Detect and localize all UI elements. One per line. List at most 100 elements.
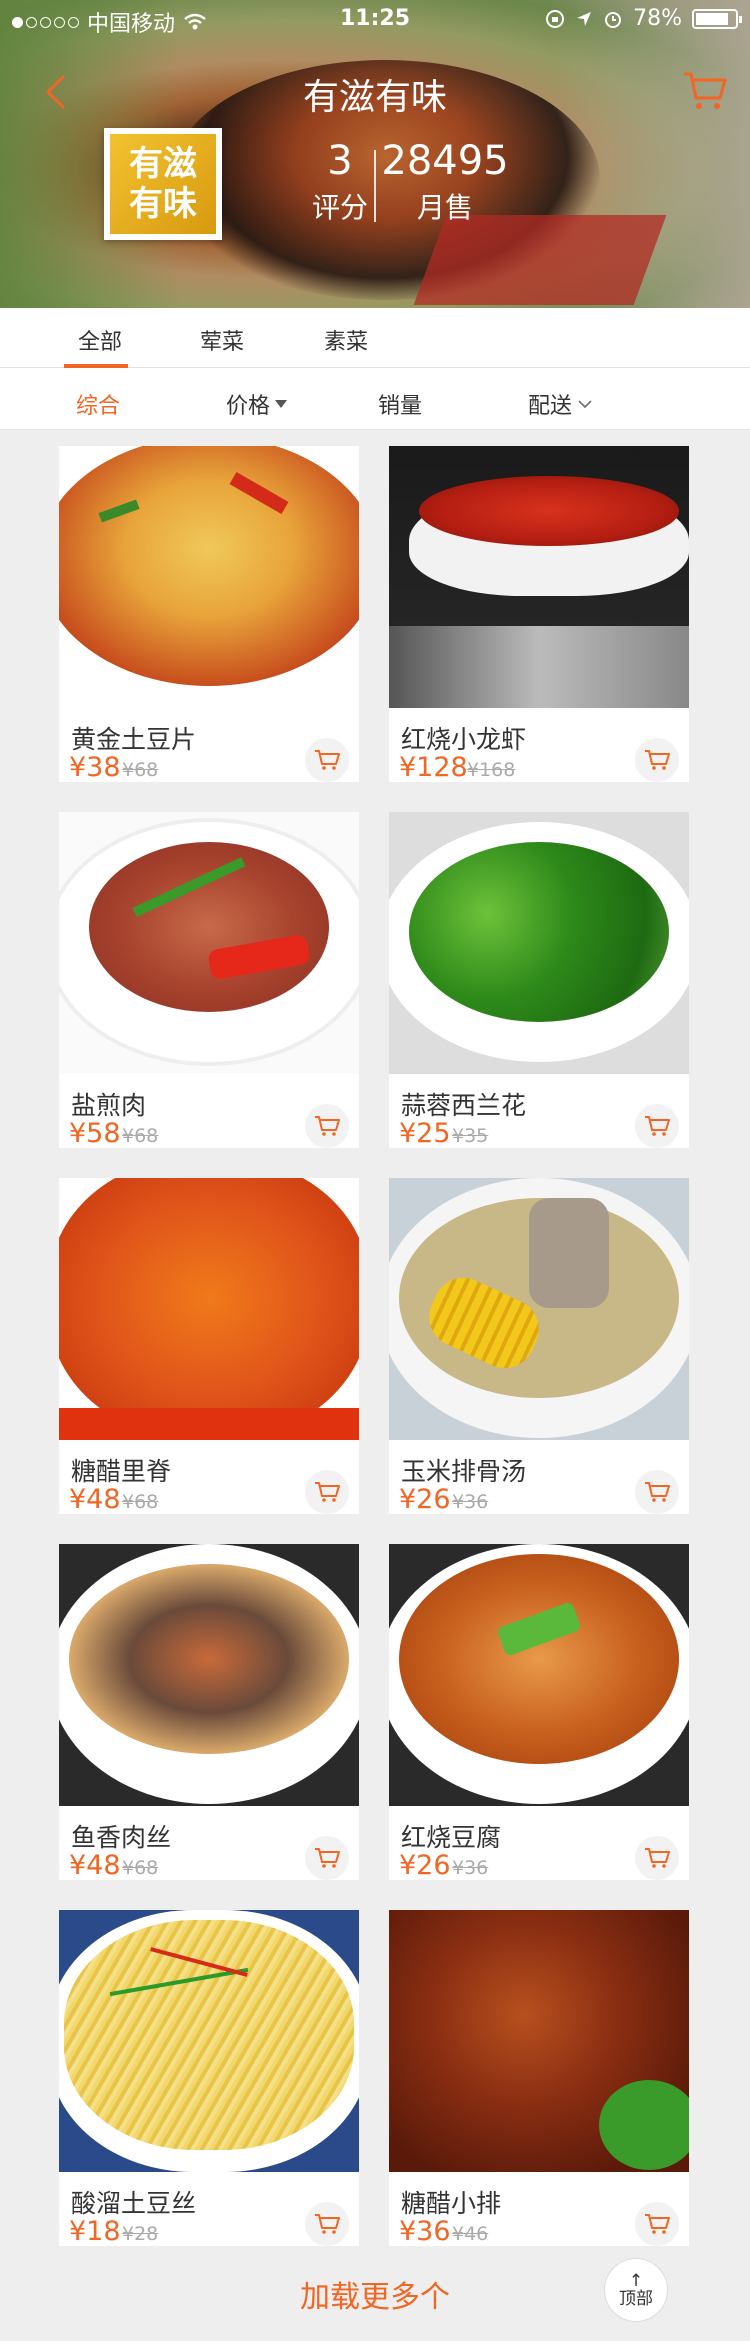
product-original-price: ¥46 xyxy=(452,2223,489,2245)
product-name: 玉米排骨汤 xyxy=(401,1457,527,1486)
cart-icon[interactable] xyxy=(682,68,728,112)
product-original-price: ¥35 xyxy=(452,1125,489,1147)
add-to-cart-button[interactable] xyxy=(635,1836,679,1880)
product-name: 酸溜土豆丝 xyxy=(71,2189,197,2218)
product-photo[interactable] xyxy=(389,1910,689,2172)
cart-icon xyxy=(315,2214,340,2234)
product-price: ¥18 xyxy=(69,2216,121,2247)
cart-icon xyxy=(645,750,670,770)
product-original-price: ¥36 xyxy=(452,1491,489,1513)
product-card[interactable]: 酸溜土豆丝 ¥18 ¥28 xyxy=(59,1910,359,2246)
product-price: ¥25 xyxy=(399,1118,451,1149)
stat-divider xyxy=(374,150,376,222)
rating-stat: 3 评分 xyxy=(300,138,380,226)
product-original-price: ¥68 xyxy=(122,759,159,781)
product-original-price: ¥168 xyxy=(467,759,516,781)
product-name: 红烧小龙虾 xyxy=(401,725,527,754)
product-price: ¥58 xyxy=(69,1118,121,1149)
add-to-cart-button[interactable] xyxy=(305,2202,349,2246)
product-price: ¥26 xyxy=(399,1850,451,1881)
product-card[interactable]: 鱼香肉丝 ¥48 ¥68 xyxy=(59,1544,359,1880)
product-original-price: ¥68 xyxy=(122,1125,159,1147)
sort-filters: 综合 价格 销量 配送 xyxy=(0,368,750,430)
product-name: 黄金土豆片 xyxy=(71,725,197,754)
product-photo[interactable] xyxy=(389,1178,689,1440)
product-photo[interactable] xyxy=(59,1178,359,1440)
filter-delivery[interactable]: 配送 xyxy=(528,388,592,420)
filter-delivery-label: 配送 xyxy=(528,394,573,419)
product-card[interactable]: 红烧小龙虾 ¥128 ¥168 xyxy=(389,446,689,782)
product-photo[interactable] xyxy=(389,1544,689,1806)
product-price: ¥48 xyxy=(69,1484,121,1515)
product-name: 糖醋小排 xyxy=(401,2189,502,2218)
alarm-icon xyxy=(605,11,622,28)
product-name: 红烧豆腐 xyxy=(401,1823,502,1852)
add-to-cart-button[interactable] xyxy=(635,738,679,782)
product-photo[interactable] xyxy=(389,446,689,708)
arrow-up-icon: ↑ xyxy=(628,2271,644,2291)
add-to-cart-button[interactable] xyxy=(635,1470,679,1514)
product-photo[interactable] xyxy=(389,812,689,1074)
cart-icon xyxy=(315,1482,340,1502)
rating-value: 3 xyxy=(327,138,353,184)
product-card[interactable]: 玉米排骨汤 ¥26 ¥36 xyxy=(389,1178,689,1514)
product-price: ¥26 xyxy=(399,1484,451,1515)
product-photo[interactable] xyxy=(59,1910,359,2172)
caret-down-icon xyxy=(275,400,288,408)
cart-icon xyxy=(645,1482,670,1502)
rating-label: 评分 xyxy=(311,191,368,224)
logo-text-line2: 有味 xyxy=(129,184,197,224)
cart-icon xyxy=(645,1848,670,1868)
product-name: 鱼香肉丝 xyxy=(71,1823,172,1852)
filter-price[interactable]: 价格 xyxy=(226,388,288,420)
product-card[interactable]: 蒜蓉西兰花 ¥25 ¥35 xyxy=(389,812,689,1148)
product-price: ¥36 xyxy=(399,2216,451,2247)
product-card[interactable]: 糖醋小排 ¥36 ¥46 xyxy=(389,1910,689,2246)
shop-logo: 有滋 有味 xyxy=(104,128,222,240)
sales-value: 28495 xyxy=(381,138,509,184)
product-card[interactable]: 糖醋里脊 ¥48 ¥68 xyxy=(59,1178,359,1514)
product-photo[interactable] xyxy=(59,812,359,1074)
cart-icon xyxy=(645,2214,670,2234)
add-to-cart-button[interactable] xyxy=(305,1104,349,1148)
tab-all[interactable]: 全部 xyxy=(78,324,122,356)
product-card[interactable]: 盐煎肉 ¥58 ¥68 xyxy=(59,812,359,1148)
product-price: ¥48 xyxy=(69,1850,121,1881)
filter-sales[interactable]: 销量 xyxy=(378,388,422,420)
add-to-cart-button[interactable] xyxy=(305,1470,349,1514)
back-to-top-label: 顶部 xyxy=(619,2289,653,2309)
sales-stat: 28495 月售 xyxy=(380,138,510,226)
filter-default[interactable]: 综合 xyxy=(76,388,120,420)
location-icon xyxy=(577,11,592,26)
battery-icon xyxy=(692,8,742,29)
filter-price-label: 价格 xyxy=(226,394,271,419)
add-to-cart-button[interactable] xyxy=(305,738,349,782)
back-to-top-button[interactable]: ↑ 顶部 xyxy=(604,2258,668,2322)
cart-icon xyxy=(315,1848,340,1868)
tab-meat[interactable]: 荤菜 xyxy=(200,324,244,356)
product-card[interactable]: 红烧豆腐 ¥26 ¥36 xyxy=(389,1544,689,1880)
logo-text-line1: 有滋 xyxy=(129,144,197,184)
product-card[interactable]: 黄金土豆片 ¥38 ¥68 xyxy=(59,446,359,782)
cart-icon xyxy=(315,750,340,770)
product-price: ¥128 xyxy=(399,752,468,783)
tab-vegetable[interactable]: 素菜 xyxy=(324,324,368,356)
product-photo[interactable] xyxy=(59,1544,359,1806)
product-name: 糖醋里脊 xyxy=(71,1457,172,1486)
status-bar: 中国移动 11:25 78% xyxy=(0,0,750,40)
add-to-cart-button[interactable] xyxy=(635,2202,679,2246)
rotation-lock-icon xyxy=(546,9,565,28)
chevron-down-icon xyxy=(578,400,592,409)
add-to-cart-button[interactable] xyxy=(635,1104,679,1148)
cart-icon xyxy=(315,1116,340,1136)
product-original-price: ¥68 xyxy=(122,1857,159,1879)
cart-icon xyxy=(645,1116,670,1136)
shop-header: 中国移动 11:25 78% 有滋有味 有滋 有味 3 评分 28495 月售 xyxy=(0,0,750,308)
product-photo[interactable] xyxy=(59,446,359,708)
category-tabs: 全部 荤菜 素菜 xyxy=(0,308,750,368)
add-to-cart-button[interactable] xyxy=(305,1836,349,1880)
product-name: 盐煎肉 xyxy=(71,1091,147,1120)
sales-label: 月售 xyxy=(416,191,473,224)
battery-percent: 78% xyxy=(633,6,682,31)
product-original-price: ¥28 xyxy=(122,2223,159,2245)
